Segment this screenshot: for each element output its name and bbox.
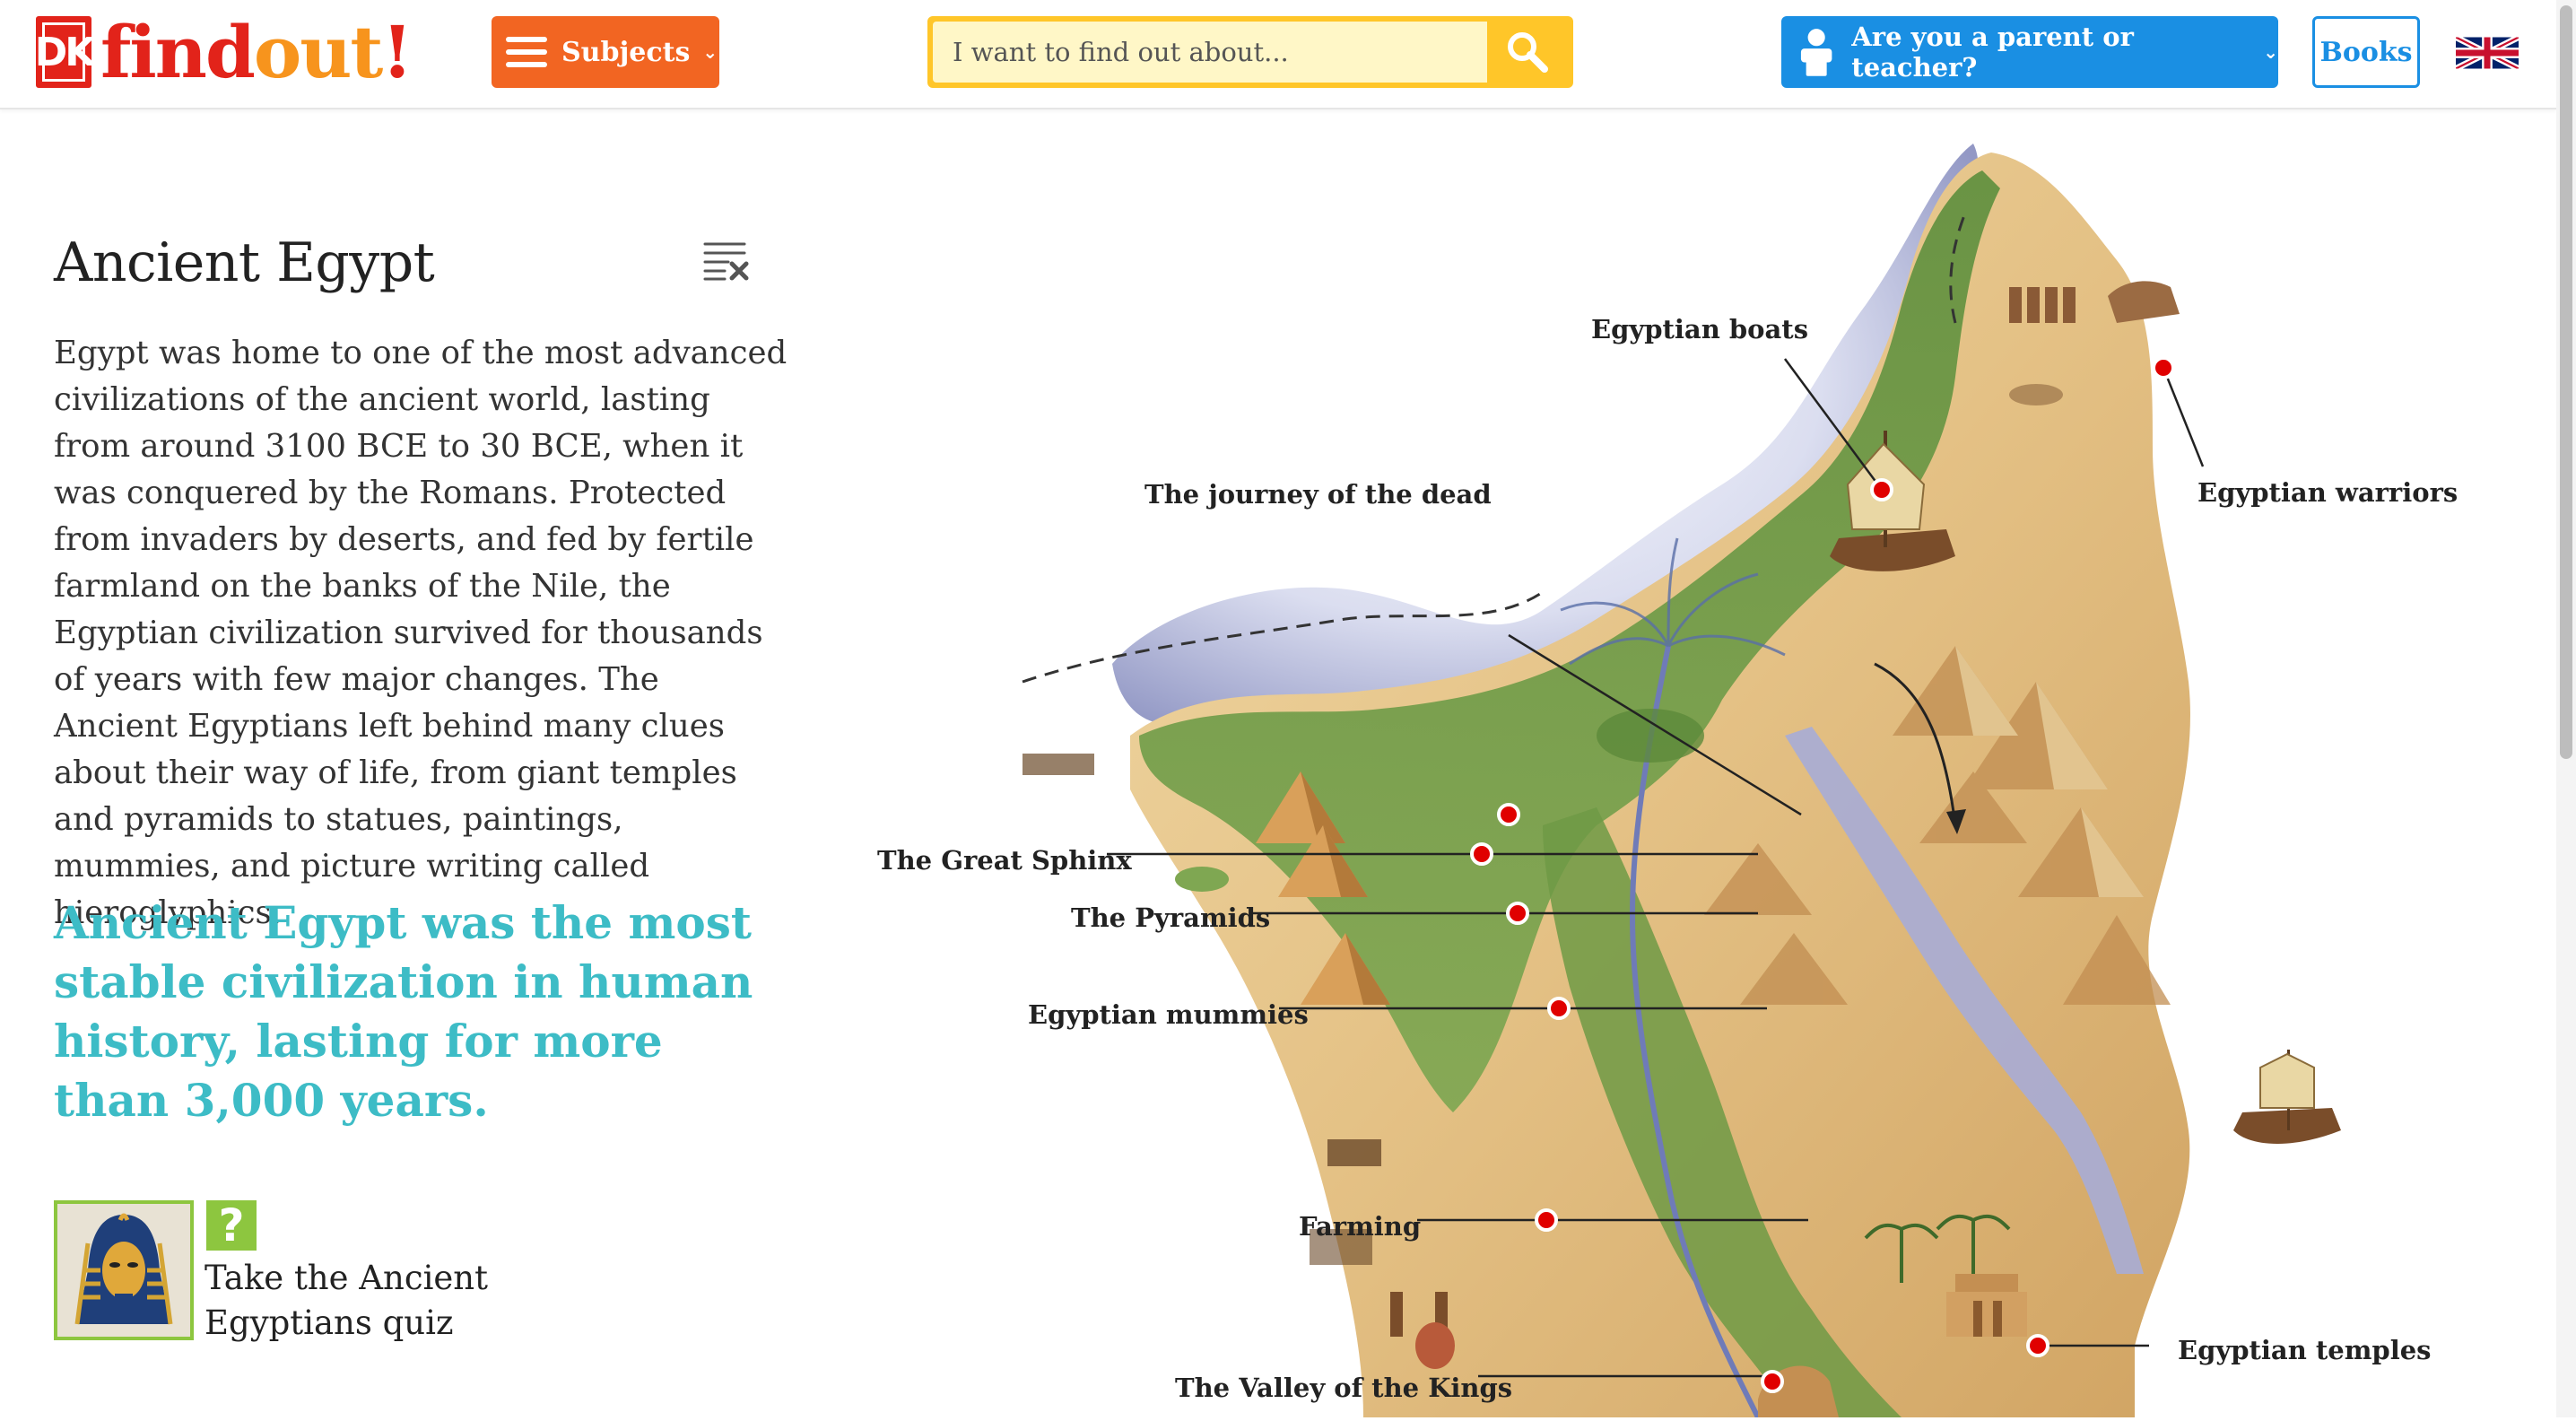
scrollbar-thumb[interactable] [2560, 5, 2572, 759]
map-hotspot-icon [1761, 1370, 1784, 1393]
map-hotspot-icon [1506, 902, 1529, 925]
map-label-journey-of-the-dead[interactable]: The journey of the dead [1144, 479, 1492, 510]
map-hotspot-icon [1497, 803, 1520, 826]
dk-logo-mark: DK [35, 16, 95, 88]
quiz-link[interactable]: Take the Ancient Egyptians quiz [205, 1256, 509, 1346]
uk-flag-icon[interactable] [2456, 36, 2519, 70]
quiz-question-badge[interactable]: ? [206, 1199, 257, 1251]
map-label-valley-of-the-kings[interactable]: The Valley of the Kings [1175, 1373, 1512, 1403]
parent-teacher-button[interactable]: Are you a parent or teacher? ⌄ [1781, 16, 2278, 88]
map-label-pyramids[interactable]: The Pyramids [1071, 902, 1270, 933]
map-hotspot-icon [2026, 1334, 2049, 1357]
boat-illustration-south [2233, 1050, 2341, 1144]
page-scrollbar[interactable] [2556, 0, 2576, 1417]
map-label-egyptian-mummies[interactable]: Egyptian mummies [1028, 999, 1309, 1030]
map-hotspot-icon [1470, 842, 1493, 866]
logo-bang: ! [381, 10, 413, 94]
hamburger-icon [506, 37, 547, 67]
pharaoh-mask-icon [74, 1213, 173, 1325]
books-button[interactable]: Books [2312, 16, 2420, 88]
map-label-egyptian-temples[interactable]: Egyptian temples [2178, 1335, 2432, 1365]
egypt-map-illustration [1022, 144, 2341, 1419]
quiz-thumbnail[interactable] [54, 1200, 194, 1340]
map-label-great-sphinx[interactable]: The Great Sphinx [877, 845, 1132, 876]
findout-wordmark: findout! [100, 16, 413, 88]
person-icon [1800, 29, 1832, 76]
search-icon [1508, 32, 1548, 73]
chevron-down-icon: ⌄ [702, 41, 718, 63]
search-bar [927, 16, 1573, 88]
key-fact: Ancient Egypt was the most stable civili… [54, 896, 753, 1127]
map-label-farming[interactable]: Farming [1299, 1211, 1421, 1242]
article-body: Egypt was home to one of the most advanc… [54, 335, 788, 931]
chevron-down-icon: ⌄ [2263, 41, 2278, 63]
map-hotspot-icon [1547, 997, 1571, 1020]
search-button[interactable] [1487, 22, 1568, 83]
search-input[interactable] [933, 22, 1487, 83]
close-list-icon[interactable] [703, 240, 750, 282]
subjects-menu-button[interactable]: Subjects ⌄ [492, 16, 719, 88]
temple-illustration [1946, 1274, 2027, 1337]
map-hotspot-icon [2152, 356, 2175, 379]
egypt-map: Egyptian boats Egyptian warriors The jou… [861, 108, 2547, 1419]
map-hotspot-icon [1535, 1208, 1558, 1232]
logo-out: out [253, 10, 383, 94]
page-title: Ancient Egypt [54, 231, 435, 294]
site-header: DK findout! Subjects ⌄ Are you a parent … [0, 0, 2556, 109]
parent-teacher-label: Are you a parent or teacher? [1851, 22, 2134, 83]
map-label-egyptian-boats[interactable]: Egyptian boats [1591, 314, 1808, 344]
map-label-egyptian-warriors[interactable]: Egyptian warriors [2197, 477, 2458, 508]
subjects-label: Subjects [561, 36, 691, 68]
logo-find: find [100, 10, 256, 94]
map-hotspot-icon [1870, 478, 1893, 501]
dk-findout-logo[interactable]: DK findout! [35, 11, 413, 93]
